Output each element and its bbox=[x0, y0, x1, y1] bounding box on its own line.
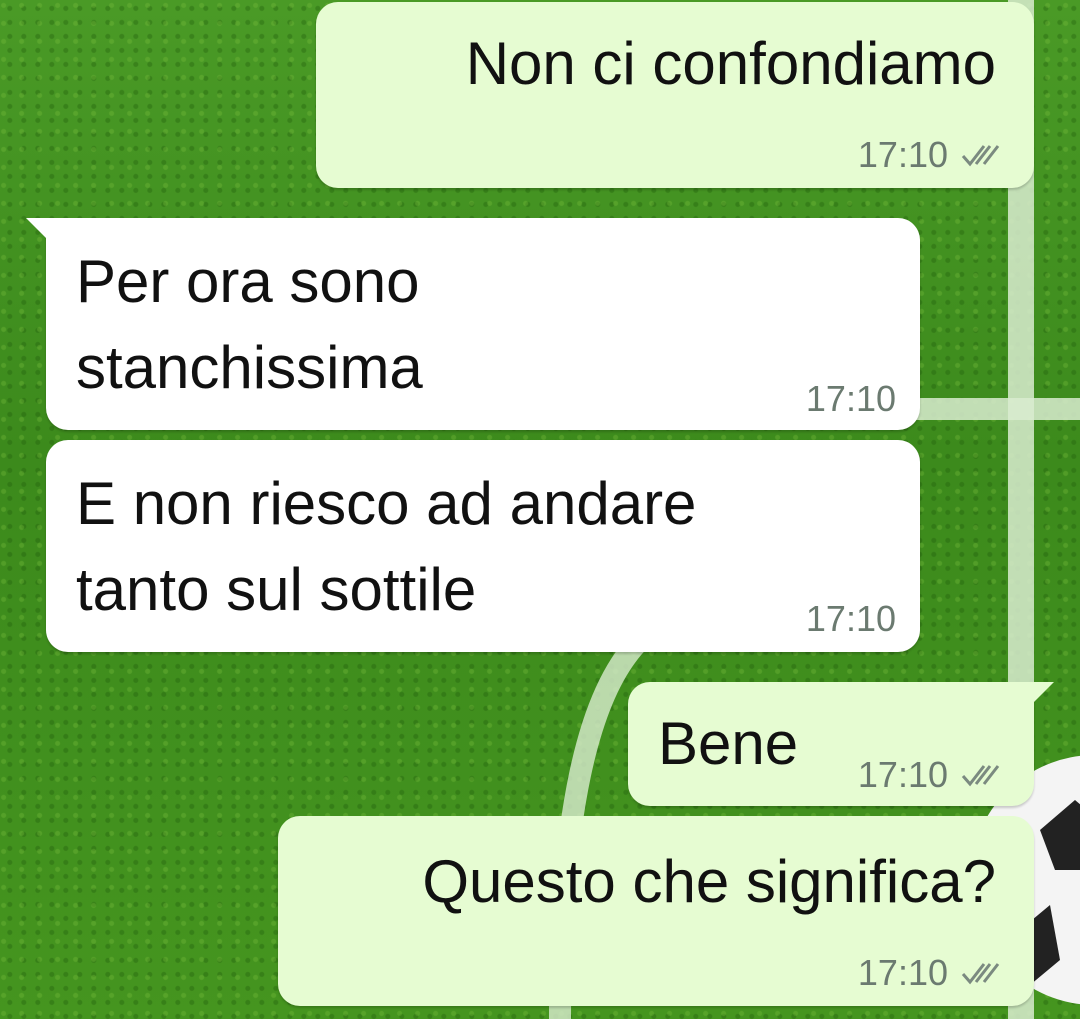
message-time: 17:10 bbox=[857, 134, 948, 175]
message-meta: 17:10 bbox=[858, 952, 1004, 994]
double-check-icon bbox=[961, 963, 1000, 985]
message-meta: 17:10 bbox=[858, 754, 1004, 796]
message-text: tanto sul sottile bbox=[76, 556, 477, 623]
double-check-icon bbox=[961, 145, 1000, 167]
message-bubble-incoming[interactable]: Per ora sono stanchissima 17:10 bbox=[26, 218, 920, 430]
message-bubble-outgoing[interactable]: Questo che significa? 17:10 bbox=[278, 816, 1034, 1006]
message-text: Bene bbox=[658, 710, 799, 777]
message-bubble-outgoing[interactable]: Non ci confondiamo 17:10 bbox=[316, 2, 1034, 188]
message-time: 17:10 bbox=[805, 378, 896, 419]
message-meta: 17:10 bbox=[806, 598, 896, 640]
message-text: Non ci confondiamo bbox=[465, 30, 996, 97]
message-time: 17:10 bbox=[805, 598, 896, 639]
message-text: E non riesco ad andare bbox=[76, 470, 697, 537]
message-bubble-incoming[interactable]: E non riesco ad andare tanto sul sottile… bbox=[46, 440, 920, 652]
message-text: Questo che significa? bbox=[422, 848, 996, 915]
message-meta: 17:10 bbox=[806, 378, 896, 420]
bubble-tail bbox=[26, 218, 50, 242]
double-check-icon bbox=[961, 765, 1000, 787]
message-meta: 17:10 bbox=[858, 134, 1004, 176]
message-text: stanchissima bbox=[76, 334, 423, 401]
message-time: 17:10 bbox=[857, 952, 948, 993]
message-bubble-outgoing[interactable]: Bene 17:10 bbox=[628, 682, 1054, 806]
message-text: Per ora sono bbox=[76, 248, 420, 315]
bubble-tail bbox=[1030, 682, 1054, 706]
message-time: 17:10 bbox=[857, 754, 948, 795]
